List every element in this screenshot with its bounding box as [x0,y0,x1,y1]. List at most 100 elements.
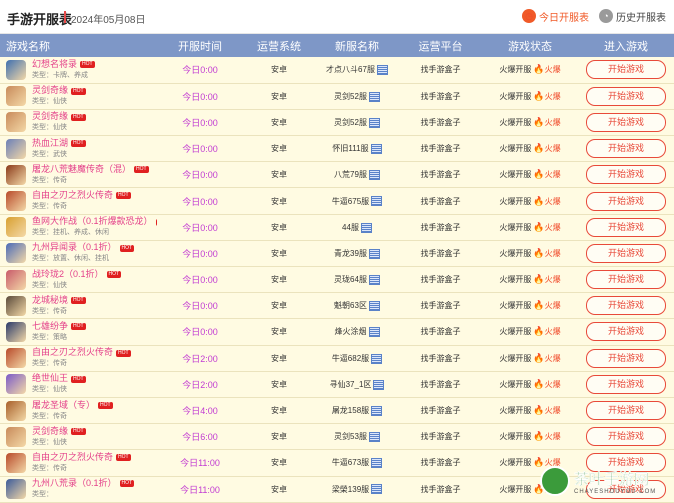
status-text: 火爆开服 [499,144,532,154]
qr-code-icon[interactable] [371,484,383,495]
qr-code-icon[interactable] [368,248,380,259]
start-game-button[interactable]: 开始游戏 [586,296,666,316]
game-icon[interactable] [6,138,26,159]
game-name-link[interactable]: 鱼网大作战（0.1折爆款恐龙） [32,216,153,226]
platform-cell: 找手游盒子 [399,136,482,162]
game-type: 类型：传奇 [32,203,67,211]
game-icon[interactable] [6,191,26,212]
game-cell: 战玲珑2（0.1折） HOT 类型：仙侠 [0,267,157,293]
platform-cell: 找手游盒子 [399,371,482,397]
table-row: 热血江湖 HOT 类型：武侠 今日0:00 安卓 怀旧111服 找手游盒子 火爆开… [0,135,674,162]
start-game-button[interactable]: 开始游戏 [586,112,666,132]
game-name-link[interactable]: 自由之刃之烈火传奇 [32,452,113,462]
game-name-link[interactable]: 热血江湖 [32,138,68,148]
start-game-button[interactable]: 开始游戏 [586,270,666,290]
start-game-button[interactable]: 开始游戏 [586,322,666,342]
game-name-link[interactable]: 屠龙八荒魅魔传奇（混） [32,164,131,174]
status-text: 火爆开服 [499,117,532,127]
qr-code-icon[interactable] [368,170,380,181]
game-icon[interactable] [6,269,26,290]
game-name-link[interactable]: 灵剑奇缘 [32,111,68,121]
start-game-button[interactable]: 开始游戏 [586,139,666,159]
server-name: 牛逼673服 [331,458,370,468]
platform-cell: 找手游盒子 [399,188,482,214]
play-cell: 开始游戏 [578,240,674,266]
game-name-link[interactable]: 自由之刃之烈火传奇 [32,190,113,200]
game-icon[interactable] [6,426,26,447]
qr-code-icon[interactable] [371,458,383,469]
server-name: 魁朝63区 [334,301,367,311]
game-icon[interactable] [6,400,26,421]
game-name-link[interactable]: 龙城秘境 [32,295,68,305]
qr-code-icon[interactable] [360,222,372,233]
game-name-link[interactable]: 自由之刃之烈火传奇 [32,347,113,357]
server-name: 寻仙37_1区 [329,379,372,389]
game-name-link[interactable]: 九州八荒录（0.1折） [32,478,117,488]
game-cell: 幻想名将录 HOT 类型：卡牌、养成 [0,57,157,83]
start-game-button[interactable]: 开始游戏 [586,427,666,447]
history-schedule-button[interactable]: ◔ 历史开服表 [599,8,666,24]
status-cell: 火爆开服🔥火爆 [482,136,578,162]
game-icon[interactable] [6,374,26,395]
platform-cell: 找手游盒子 [399,345,482,371]
game-icon[interactable] [6,164,26,185]
qr-code-icon[interactable] [371,353,383,364]
today-schedule-button[interactable]: ◷ 今日开服表 [522,8,589,24]
game-name-link[interactable]: 战玲珑2（0.1折） [32,269,104,279]
server-name: 八荒79服 [334,170,367,180]
play-cell: 开始游戏 [578,293,674,319]
qr-code-icon[interactable] [368,274,380,285]
game-icon[interactable] [6,243,26,264]
calendar-icon: ◷ [522,9,536,23]
qr-code-icon[interactable] [376,65,388,76]
start-game-button[interactable]: 开始游戏 [586,401,666,421]
game-icon[interactable] [6,86,26,107]
qr-code-icon[interactable] [368,91,380,102]
game-name-link[interactable]: 幻想名将录 [32,59,77,69]
fire-icon: 🔥 [533,169,545,180]
qr-code-icon[interactable] [371,405,383,416]
qr-code-icon[interactable] [368,432,380,443]
start-game-button[interactable]: 开始游戏 [586,374,666,394]
game-name-link[interactable]: 灵剑奇缘 [32,85,68,95]
hot-badge: HOT [116,454,131,462]
game-icon[interactable] [6,479,26,500]
game-icon[interactable] [6,321,26,342]
start-game-button[interactable]: 开始游戏 [586,348,666,368]
open-time: 今日0:00 [182,170,218,181]
game-icon[interactable] [6,217,26,238]
game-icon[interactable] [6,348,26,369]
qr-code-icon[interactable] [368,301,380,312]
qr-code-icon[interactable] [368,327,380,338]
game-icon[interactable] [6,295,26,316]
game-icon[interactable] [6,112,26,133]
platform-name: 找手游盒子 [420,353,461,363]
server-schedule-table: 游戏名称 开服时间 运营系统 新服名称 运营平台 游戏状态 进入游戏 幻想名将录… [0,34,674,503]
start-game-button[interactable]: 开始游戏 [586,60,666,80]
game-type: 类型：传奇 [32,360,67,368]
qr-code-icon[interactable] [368,117,380,128]
game-cell: 九州八荒录（0.1折） HOT 类型： [0,476,157,502]
play-cell: 开始游戏 [578,424,674,450]
game-name-link[interactable]: 灵剑奇缘 [32,426,68,436]
server-cell: 梁榮139服 [315,476,399,502]
qr-code-icon[interactable] [371,196,383,207]
game-name-link[interactable]: 九州异闻录（0.1折） [32,242,117,252]
hot-badge: HOT [71,323,86,331]
start-game-button[interactable]: 开始游戏 [586,165,666,185]
game-icon[interactable] [6,452,26,473]
start-game-button[interactable]: 开始游戏 [586,191,666,211]
game-name-link[interactable]: 绝世仙王 [32,373,68,383]
qr-code-icon[interactable] [373,379,385,390]
start-game-button[interactable]: 开始游戏 [586,86,666,106]
game-icon[interactable] [6,59,26,80]
game-name-link[interactable]: 屠龙圣域（专） [32,400,95,410]
hot-badge: HOT [119,244,135,252]
platform-cell: 找手游盒子 [399,214,482,240]
heat-label: 火爆 [544,327,561,337]
status-cell: 火爆开服🔥火爆 [482,162,578,188]
game-name-link[interactable]: 七雄纷争 [32,321,68,331]
qr-code-icon[interactable] [370,144,382,155]
start-game-button[interactable]: 开始游戏 [586,243,666,263]
start-game-button[interactable]: 开始游戏 [586,217,666,237]
